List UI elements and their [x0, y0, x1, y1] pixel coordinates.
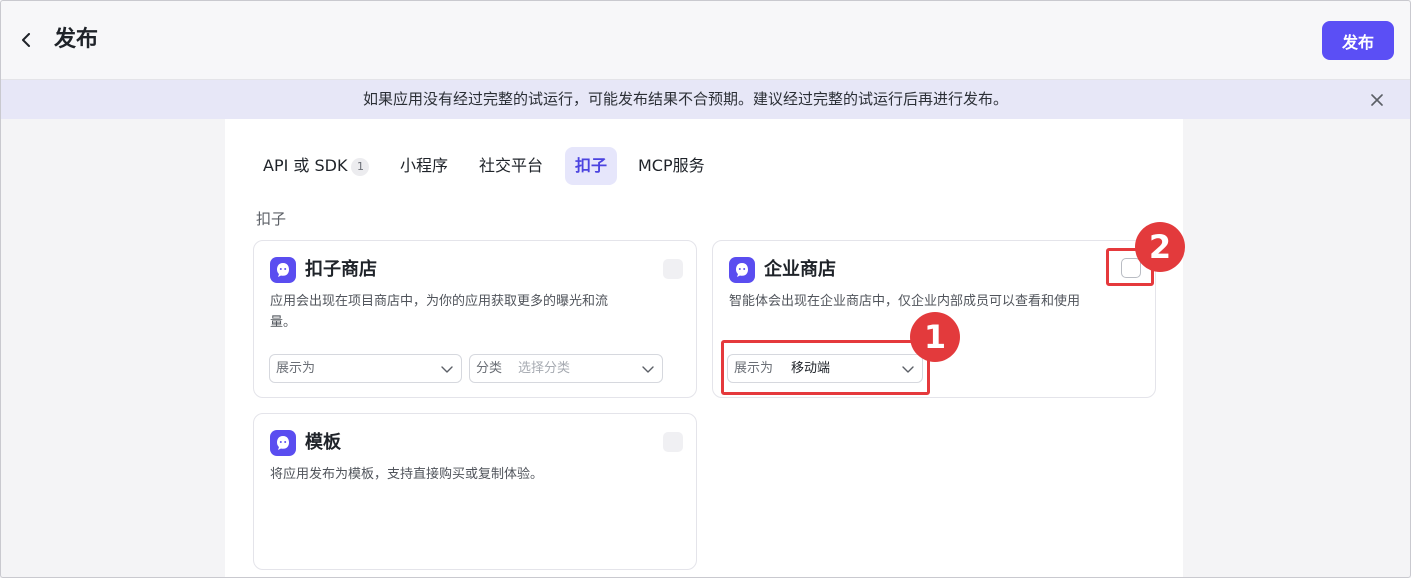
chevron-down-icon [642, 366, 654, 373]
select-value: 移动端 [791, 361, 831, 376]
step-badge-2: 2 [1135, 222, 1185, 272]
publish-button[interactable]: 发布 [1322, 21, 1394, 60]
step-badge-1: 1 [910, 312, 960, 362]
coze-mascot-icon [270, 430, 296, 456]
card-checkbox[interactable] [663, 259, 683, 279]
select-label: 分类 [476, 361, 503, 376]
tab-social-platform[interactable]: 社交平台 [469, 147, 553, 185]
card-coze-store[interactable]: 扣子商店 应用会出现在项目商店中，为你的应用获取更多的曝光和流 量。 展示为 分… [253, 240, 697, 398]
tab-api-sdk[interactable]: API 或 SDK 1 [253, 147, 379, 185]
select-label: 展示为 [276, 361, 316, 376]
coze-mascot-icon [270, 257, 296, 283]
tab-label: API 或 SDK [263, 156, 348, 175]
page-header: 发布 发布 [0, 0, 1411, 80]
card-description: 应用会出现在项目商店中，为你的应用获取更多的曝光和流 量。 [270, 291, 608, 333]
card-title: 扣子商店 [305, 259, 377, 280]
card-title: 模板 [305, 432, 341, 453]
card-checkbox[interactable] [1121, 258, 1141, 278]
coze-mascot-icon [729, 257, 755, 283]
page-title: 发布 [54, 27, 99, 52]
card-description-line: 应用会出现在项目商店中，为你的应用获取更多的曝光和流 [270, 294, 609, 309]
chevron-down-icon [902, 366, 914, 373]
publish-panel: API 或 SDK 1 小程序 社交平台 扣子 MCP服务 扣子 扣子商店 应用会… [225, 119, 1183, 578]
tab-count-badge: 1 [351, 158, 370, 176]
display-as-select[interactable]: 展示为 移动端 [727, 354, 923, 383]
notice-text: 如果应用没有经过完整的试运行，可能发布结果不合预期。建议经过完整的试运行后再进行… [362, 90, 1008, 108]
category-select[interactable]: 分类 选择分类 [469, 354, 663, 383]
notice-close-button[interactable] [1367, 90, 1387, 110]
card-template[interactable]: 模板 将应用发布为模板，支持直接购买或复制体验。 [253, 413, 697, 570]
section-label: 扣子 [256, 210, 287, 228]
card-description: 智能体会出现在企业商店中，仅企业内部成员可以查看和使用 [729, 294, 1081, 309]
tab-mcp-service[interactable]: MCP服务 [628, 147, 715, 185]
card-description-line: 量。 [270, 315, 297, 330]
tab-mini-program[interactable]: 小程序 [390, 147, 458, 185]
notice-bar: 如果应用没有经过完整的试运行，可能发布结果不合预期。建议经过完整的试运行后再进行… [0, 80, 1411, 119]
back-button[interactable] [12, 26, 40, 54]
chevron-left-icon [22, 33, 30, 47]
chevron-down-icon [441, 366, 453, 373]
select-label: 展示为 [734, 361, 774, 376]
tab-coze[interactable]: 扣子 [565, 147, 618, 185]
card-title: 企业商店 [764, 259, 836, 280]
card-description: 将应用发布为模板，支持直接购买或复制体验。 [270, 467, 544, 482]
close-icon [1371, 94, 1383, 106]
display-as-select[interactable]: 展示为 [269, 354, 462, 383]
card-checkbox[interactable] [663, 432, 683, 452]
select-placeholder: 选择分类 [518, 361, 571, 376]
